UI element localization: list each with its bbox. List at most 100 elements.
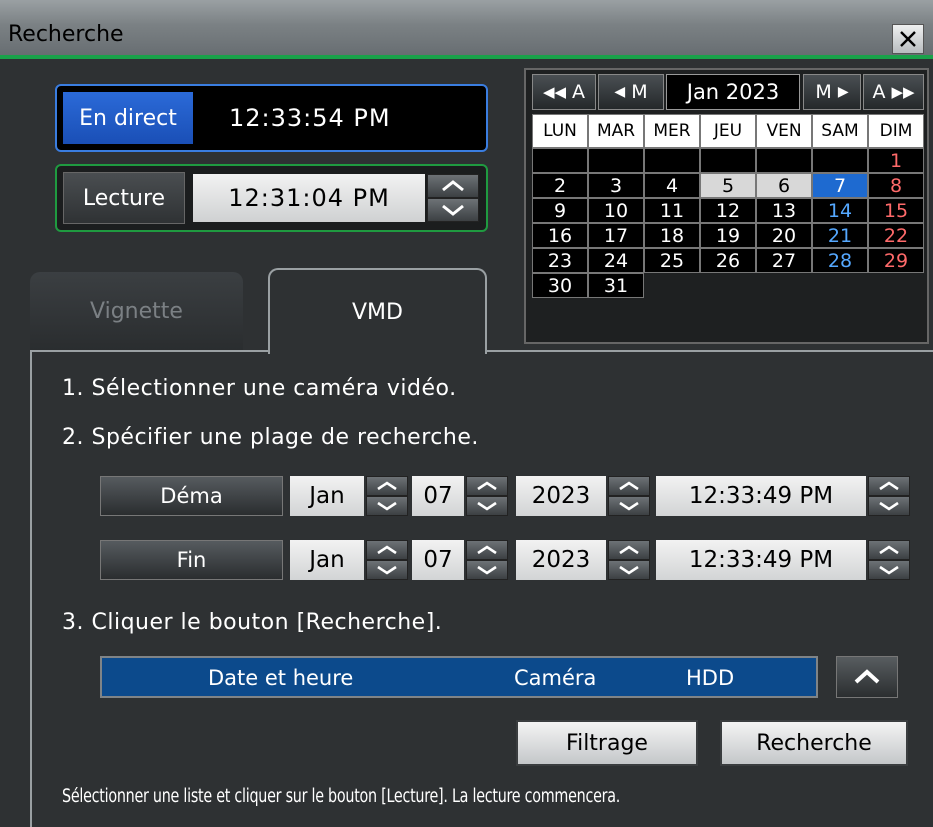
- up-arrow-icon[interactable]: [366, 476, 408, 496]
- step-2-text: 2. Spécifier une plage de recherche.: [62, 425, 479, 450]
- start-year-stepper[interactable]: [608, 476, 650, 516]
- up-arrow-icon[interactable]: [608, 540, 650, 560]
- calendar-month-label: Jan 2023: [666, 74, 800, 110]
- calendar-day[interactable]: 5: [700, 173, 756, 198]
- weekday-header: LUN: [532, 114, 588, 148]
- end-button[interactable]: Fin: [100, 540, 283, 580]
- end-day-stepper[interactable]: [466, 540, 508, 580]
- up-arrow-icon[interactable]: [366, 540, 408, 560]
- calendar-day[interactable]: 4: [644, 173, 700, 198]
- calendar-day[interactable]: 14: [812, 198, 868, 223]
- calendar-day[interactable]: 25: [644, 248, 700, 273]
- up-arrow-icon[interactable]: [427, 174, 479, 198]
- calendar-empty-cell: [812, 273, 868, 298]
- weekday-header: MAR: [588, 114, 644, 148]
- calendar-day[interactable]: 29: [868, 248, 924, 273]
- live-button[interactable]: En direct: [63, 92, 193, 144]
- end-time-stepper[interactable]: [868, 540, 910, 580]
- down-arrow-icon[interactable]: [608, 496, 650, 516]
- up-arrow-icon[interactable]: [608, 476, 650, 496]
- down-arrow-icon[interactable]: [868, 496, 910, 516]
- start-day-stepper[interactable]: [466, 476, 508, 516]
- calendar-empty-cell: [756, 148, 812, 173]
- filter-button[interactable]: Filtrage: [516, 720, 698, 766]
- end-day-field[interactable]: 07: [412, 540, 464, 580]
- end-month-field[interactable]: Jan: [290, 540, 364, 580]
- calendar-day[interactable]: 31: [588, 273, 644, 298]
- prev-month-button[interactable]: ◀ M: [598, 74, 664, 110]
- start-year-field[interactable]: 2023: [516, 476, 606, 516]
- playback-button[interactable]: Lecture: [63, 172, 185, 224]
- prev-year-button[interactable]: ◀◀ A: [532, 74, 596, 110]
- title-bar: Recherche: [0, 0, 933, 59]
- end-year-field[interactable]: 2023: [516, 540, 606, 580]
- playback-time-field[interactable]: 12:31:04 PM: [193, 174, 425, 222]
- calendar-day[interactable]: 3: [588, 173, 644, 198]
- end-time-field[interactable]: 12:33:49 PM: [656, 540, 866, 580]
- start-time-stepper[interactable]: [868, 476, 910, 516]
- start-day-field[interactable]: 07: [412, 476, 464, 516]
- calendar-day[interactable]: 30: [532, 273, 588, 298]
- down-arrow-icon[interactable]: [366, 496, 408, 516]
- start-month-field[interactable]: Jan: [290, 476, 364, 516]
- calendar-day[interactable]: 13: [756, 198, 812, 223]
- calendar-week-row: 2345678: [532, 173, 924, 198]
- calendar-day[interactable]: 24: [588, 248, 644, 273]
- next-year-button[interactable]: A ▶▶: [863, 74, 924, 110]
- calendar-day[interactable]: 18: [644, 223, 700, 248]
- calendar-day[interactable]: 23: [532, 248, 588, 273]
- column-date-time[interactable]: Date et heure: [208, 666, 353, 690]
- calendar-day[interactable]: 20: [756, 223, 812, 248]
- calendar-day[interactable]: 28: [812, 248, 868, 273]
- playback-time-stepper[interactable]: [427, 174, 479, 222]
- down-arrow-icon[interactable]: [366, 560, 408, 580]
- up-arrow-icon[interactable]: [466, 540, 508, 560]
- down-arrow-icon[interactable]: [608, 560, 650, 580]
- calendar-day[interactable]: 6: [756, 173, 812, 198]
- start-month-stepper[interactable]: [366, 476, 408, 516]
- tab-vignette[interactable]: Vignette: [30, 272, 243, 350]
- calendar-day[interactable]: 2: [532, 173, 588, 198]
- column-hdd[interactable]: HDD: [686, 666, 734, 690]
- calendar-day[interactable]: 8: [868, 173, 924, 198]
- calendar-day[interactable]: 10: [588, 198, 644, 223]
- calendar-day[interactable]: 11: [644, 198, 700, 223]
- down-arrow-icon[interactable]: [466, 496, 508, 516]
- calendar-day[interactable]: 7: [812, 173, 868, 198]
- calendar-day[interactable]: 26: [700, 248, 756, 273]
- results-list-header[interactable]: Date et heure Caméra HDD: [100, 656, 818, 698]
- search-button[interactable]: Recherche: [720, 720, 908, 766]
- window-title: Recherche: [8, 22, 124, 47]
- calendar-day[interactable]: 19: [700, 223, 756, 248]
- calendar-day[interactable]: 17: [588, 223, 644, 248]
- calendar-day[interactable]: 9: [532, 198, 588, 223]
- chevron-left-icon: ◀: [614, 84, 626, 100]
- weekday-header: JEU: [700, 114, 756, 148]
- down-arrow-icon[interactable]: [427, 198, 479, 222]
- up-arrow-icon[interactable]: [466, 476, 508, 496]
- calendar-day[interactable]: 15: [868, 198, 924, 223]
- calendar-day[interactable]: 1: [868, 148, 924, 173]
- step-1-text: 1. Sélectionner une caméra vidéo.: [62, 376, 457, 401]
- next-month-button[interactable]: M ▶: [803, 74, 861, 110]
- up-arrow-icon[interactable]: [868, 540, 910, 560]
- end-year-stepper[interactable]: [608, 540, 650, 580]
- end-month-stepper[interactable]: [366, 540, 408, 580]
- down-arrow-icon[interactable]: [466, 560, 508, 580]
- calendar-day[interactable]: 12: [700, 198, 756, 223]
- weekday-header: MER: [644, 114, 700, 148]
- search-window: Recherche En direct 12:33:54 PM Lecture …: [0, 0, 933, 827]
- scroll-up-button[interactable]: [836, 656, 898, 698]
- calendar-day[interactable]: 22: [868, 223, 924, 248]
- calendar-day[interactable]: 21: [812, 223, 868, 248]
- calendar-day[interactable]: 16: [532, 223, 588, 248]
- column-camera[interactable]: Caméra: [514, 666, 596, 690]
- close-button[interactable]: [892, 24, 924, 54]
- down-arrow-icon[interactable]: [868, 560, 910, 580]
- calendar-day[interactable]: 27: [756, 248, 812, 273]
- start-time-field[interactable]: 12:33:49 PM: [656, 476, 866, 516]
- up-arrow-icon[interactable]: [868, 476, 910, 496]
- start-button[interactable]: Déma: [100, 476, 283, 516]
- tab-vmd[interactable]: VMD: [268, 268, 487, 354]
- calendar-empty-cell: [756, 273, 812, 298]
